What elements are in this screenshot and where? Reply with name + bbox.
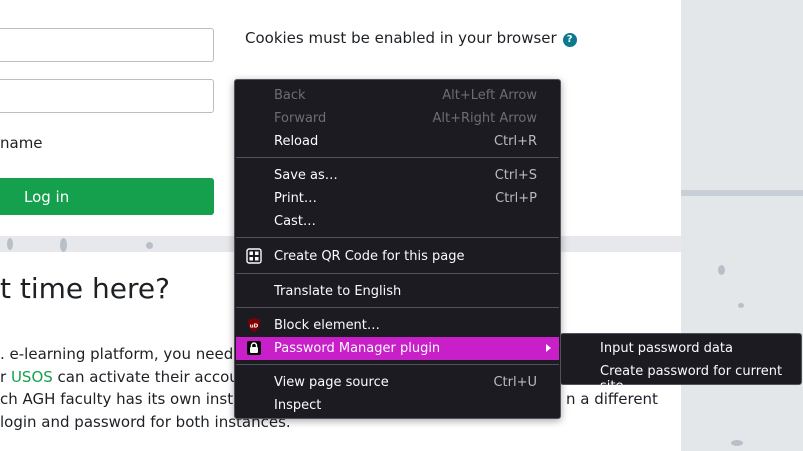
ublock-shield-icon: uD (248, 318, 260, 332)
help-icon[interactable]: ? (562, 33, 577, 47)
usos-link[interactable]: USOS (11, 368, 53, 386)
menu-item-shortcut: Ctrl+U (493, 375, 537, 390)
login-button[interactable]: Log in (0, 178, 214, 215)
menu-item-translate[interactable]: Translate to English (236, 280, 559, 303)
submenu-item-input-password[interactable]: Input password data (562, 337, 800, 360)
background-drop (60, 238, 67, 252)
lock-icon (247, 341, 261, 355)
menu-item-label: Input password data (600, 341, 733, 356)
menu-item-label: Password Manager plugin (274, 341, 441, 356)
cookies-text: Cookies must be enabled in your browser (245, 29, 557, 47)
menu-item-shortcut: Ctrl+R (493, 134, 537, 149)
background-drop (731, 440, 743, 446)
menu-item-label: Back (274, 88, 306, 103)
svg-text:uD: uD (250, 324, 259, 330)
background-drop (718, 265, 725, 275)
menu-item-back[interactable]: Back Alt+Left Arrow (236, 84, 559, 107)
menu-item-print[interactable]: Print… Ctrl+P (236, 187, 559, 210)
menu-item-shortcut: Ctrl+S (494, 168, 537, 183)
menu-item-save-as[interactable]: Save as… Ctrl+S (236, 164, 559, 187)
username-field[interactable] (0, 28, 214, 62)
first-time-heading: t time here? (0, 272, 170, 305)
menu-item-shortcut: Alt+Right Arrow (432, 111, 537, 126)
menu-item-label: Reload (274, 134, 319, 149)
menu-separator (236, 273, 559, 274)
menu-item-label: Block element… (274, 318, 380, 333)
intro-line-2-pre: r (0, 368, 11, 386)
menu-item-block-element[interactable]: uD Block element… (236, 314, 559, 337)
intro-line-3: ch AGH faculty has its own instance (0, 390, 270, 408)
menu-item-forward[interactable]: Forward Alt+Right Arrow (236, 107, 559, 130)
menu-item-password-manager[interactable]: Password Manager plugin (236, 337, 559, 360)
menu-item-shortcut: Ctrl+P (495, 191, 537, 206)
context-menu: Back Alt+Left Arrow Forward Alt+Right Ar… (234, 79, 561, 419)
menu-item-inspect[interactable]: Inspect (236, 394, 559, 417)
background-drop (146, 242, 153, 249)
cookies-notice: Cookies must be enabled in your browser? (245, 29, 577, 47)
menu-item-label: Translate to English (274, 284, 402, 299)
menu-item-label: Print… (274, 191, 317, 206)
menu-item-label: Save as… (274, 168, 338, 183)
menu-separator (236, 307, 559, 308)
menu-item-label: Create password for current site (600, 364, 783, 394)
menu-item-label: Create QR Code for this page (274, 249, 465, 264)
menu-item-cast[interactable]: Cast… (236, 210, 559, 233)
password-manager-submenu: Input password data Create password for … (560, 333, 802, 394)
menu-item-qr-code[interactable]: Create QR Code for this page (236, 245, 559, 268)
background-stripe (681, 190, 803, 196)
qr-code-icon (246, 248, 262, 264)
menu-item-label: Forward (274, 111, 327, 126)
remember-username-label[interactable]: name (0, 134, 43, 152)
chevron-right-icon (546, 344, 551, 352)
background-drop (738, 303, 744, 308)
menu-item-label: View page source (274, 375, 389, 390)
menu-item-label: Inspect (274, 398, 322, 413)
menu-item-shortcut: Alt+Left Arrow (442, 88, 537, 103)
menu-separator (236, 157, 559, 158)
menu-item-reload[interactable]: Reload Ctrl+R (236, 130, 559, 153)
password-field[interactable] (0, 79, 214, 113)
menu-item-view-source[interactable]: View page source Ctrl+U (236, 371, 559, 394)
menu-separator (236, 364, 559, 365)
intro-line-2: r USOS can activate their account in (0, 368, 273, 386)
menu-item-label: Cast… (274, 214, 316, 229)
menu-separator (236, 237, 559, 238)
submenu-item-create-password[interactable]: Create password for current site (562, 360, 800, 394)
background-drop (7, 238, 13, 250)
